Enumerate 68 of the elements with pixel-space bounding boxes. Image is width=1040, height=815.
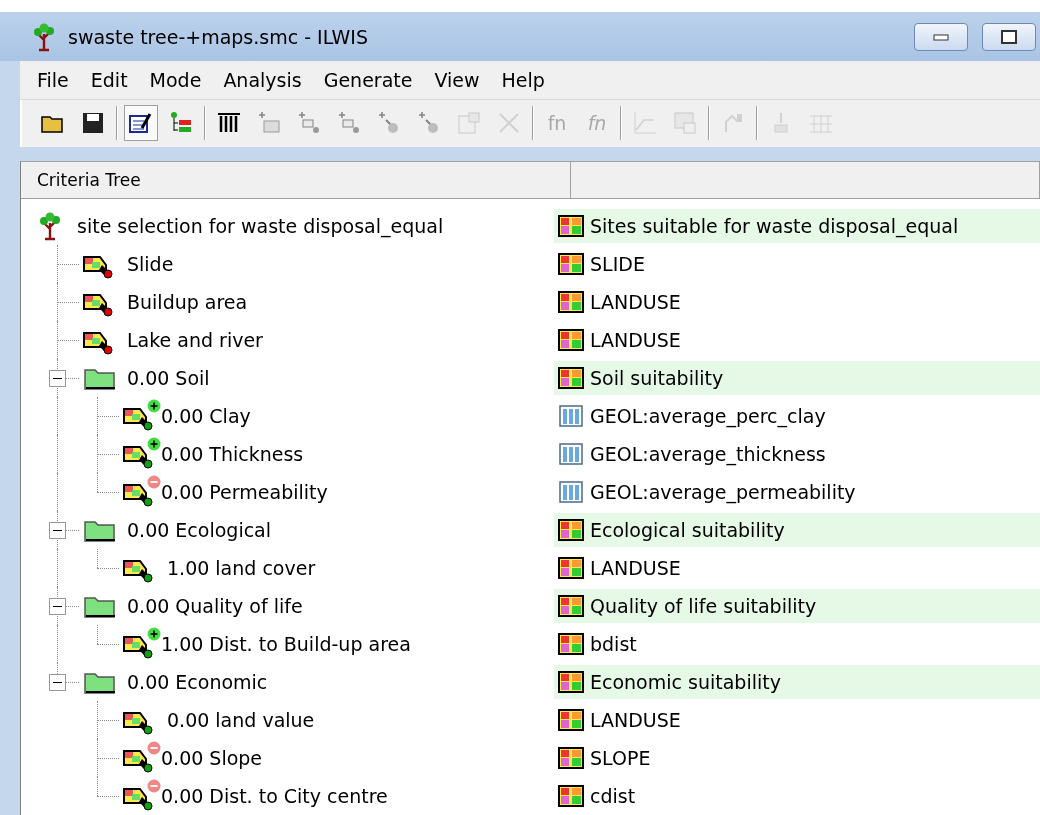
collapse-toggle[interactable] (49, 522, 66, 539)
raster-map-icon (558, 785, 584, 807)
collapse-toggle[interactable] (49, 674, 66, 691)
map-name: LANDUSE (590, 329, 681, 351)
tree-item[interactable]: Slide (127, 253, 174, 275)
maximize-button[interactable] (982, 22, 1036, 51)
properties-icon (456, 110, 482, 137)
menu-item[interactable]: Help (490, 69, 556, 91)
map-name: GEOL:average_thickness (590, 443, 826, 465)
tree-item[interactable]: 0.00 Thickness (161, 443, 304, 465)
menu-item[interactable]: Mode (138, 69, 213, 91)
menu-item[interactable]: Analysis (212, 69, 313, 91)
map-name: LANDUSE (590, 557, 681, 579)
map-name: LANDUSE (590, 291, 681, 313)
window-title: swaste tree-+maps.smc - ILWIS (68, 25, 369, 48)
raster-map-icon (558, 329, 584, 351)
raster-map-icon (558, 671, 584, 693)
tree-item[interactable]: 1.00 land cover (167, 557, 316, 579)
raster-map-icon (558, 709, 584, 731)
map-name: cdist (590, 785, 636, 807)
minimize-icon (933, 32, 949, 41)
map-name: Economic suitability (590, 671, 781, 693)
collapse-toggle[interactable] (49, 598, 66, 615)
raster-map-icon (558, 519, 584, 541)
toolbar-button[interactable] (124, 105, 158, 142)
raster-map-icon (558, 367, 584, 389)
tree-item[interactable]: 0.00 Quality of life (127, 595, 303, 617)
map-name: Soil suitability (590, 367, 724, 389)
raster-map-icon (558, 747, 584, 769)
map-name: Quality of life suitability (590, 595, 817, 617)
table-icon (558, 481, 584, 503)
tree-item[interactable]: 0.00 Clay (161, 405, 251, 427)
table-icon (558, 443, 584, 465)
raster-map-icon (558, 253, 584, 275)
tree-item[interactable]: 0.00 Slope (161, 747, 263, 769)
raster-map-icon (558, 633, 584, 655)
menu-item[interactable]: Edit (79, 69, 139, 91)
graph-icon (632, 110, 658, 137)
tree-item[interactable]: Lake and river (127, 329, 263, 351)
minimize-button[interactable] (914, 22, 968, 51)
map-name: SLIDE (590, 253, 645, 275)
map-name: Ecological suitability (590, 519, 785, 541)
menu-item[interactable]: View (423, 69, 491, 91)
tree-item[interactable]: 0.00 Soil (127, 367, 210, 389)
tree-item[interactable]: 0.00 land value (167, 709, 315, 731)
raster-map-icon (558, 595, 584, 617)
table-icon (558, 405, 584, 427)
map-name: Sites suitable for waste disposal_equal (590, 215, 959, 237)
tree-item[interactable]: 0.00 Ecological (127, 519, 272, 541)
maximize-icon (1001, 29, 1017, 44)
raster-map-icon (558, 291, 584, 313)
tree-item[interactable]: Buildup area (127, 291, 248, 313)
tree-item[interactable]: 0.00 Economic (127, 671, 268, 693)
tree-item[interactable]: 1.00 Dist. to Build-up area (161, 633, 411, 655)
map-name: LANDUSE (590, 709, 681, 731)
map-name: GEOL:average_perc_clay (590, 405, 826, 427)
raster-map-icon (558, 215, 584, 237)
menu-item[interactable]: Generate (312, 69, 424, 91)
menu-item[interactable]: File (26, 69, 80, 91)
map-name: SLOPE (590, 747, 651, 769)
map-name: GEOL:average_permeability (590, 481, 856, 503)
collapse-toggle[interactable] (49, 370, 66, 387)
tree-item[interactable]: 0.00 Dist. to City centre (161, 785, 388, 807)
tree-item[interactable]: 0.00 Permeability (161, 481, 328, 503)
tree-item[interactable]: site selection for waste disposal_equal (77, 215, 444, 237)
window-icon (672, 110, 698, 137)
raster-map-icon (558, 557, 584, 579)
map-name: bdist (590, 633, 637, 655)
